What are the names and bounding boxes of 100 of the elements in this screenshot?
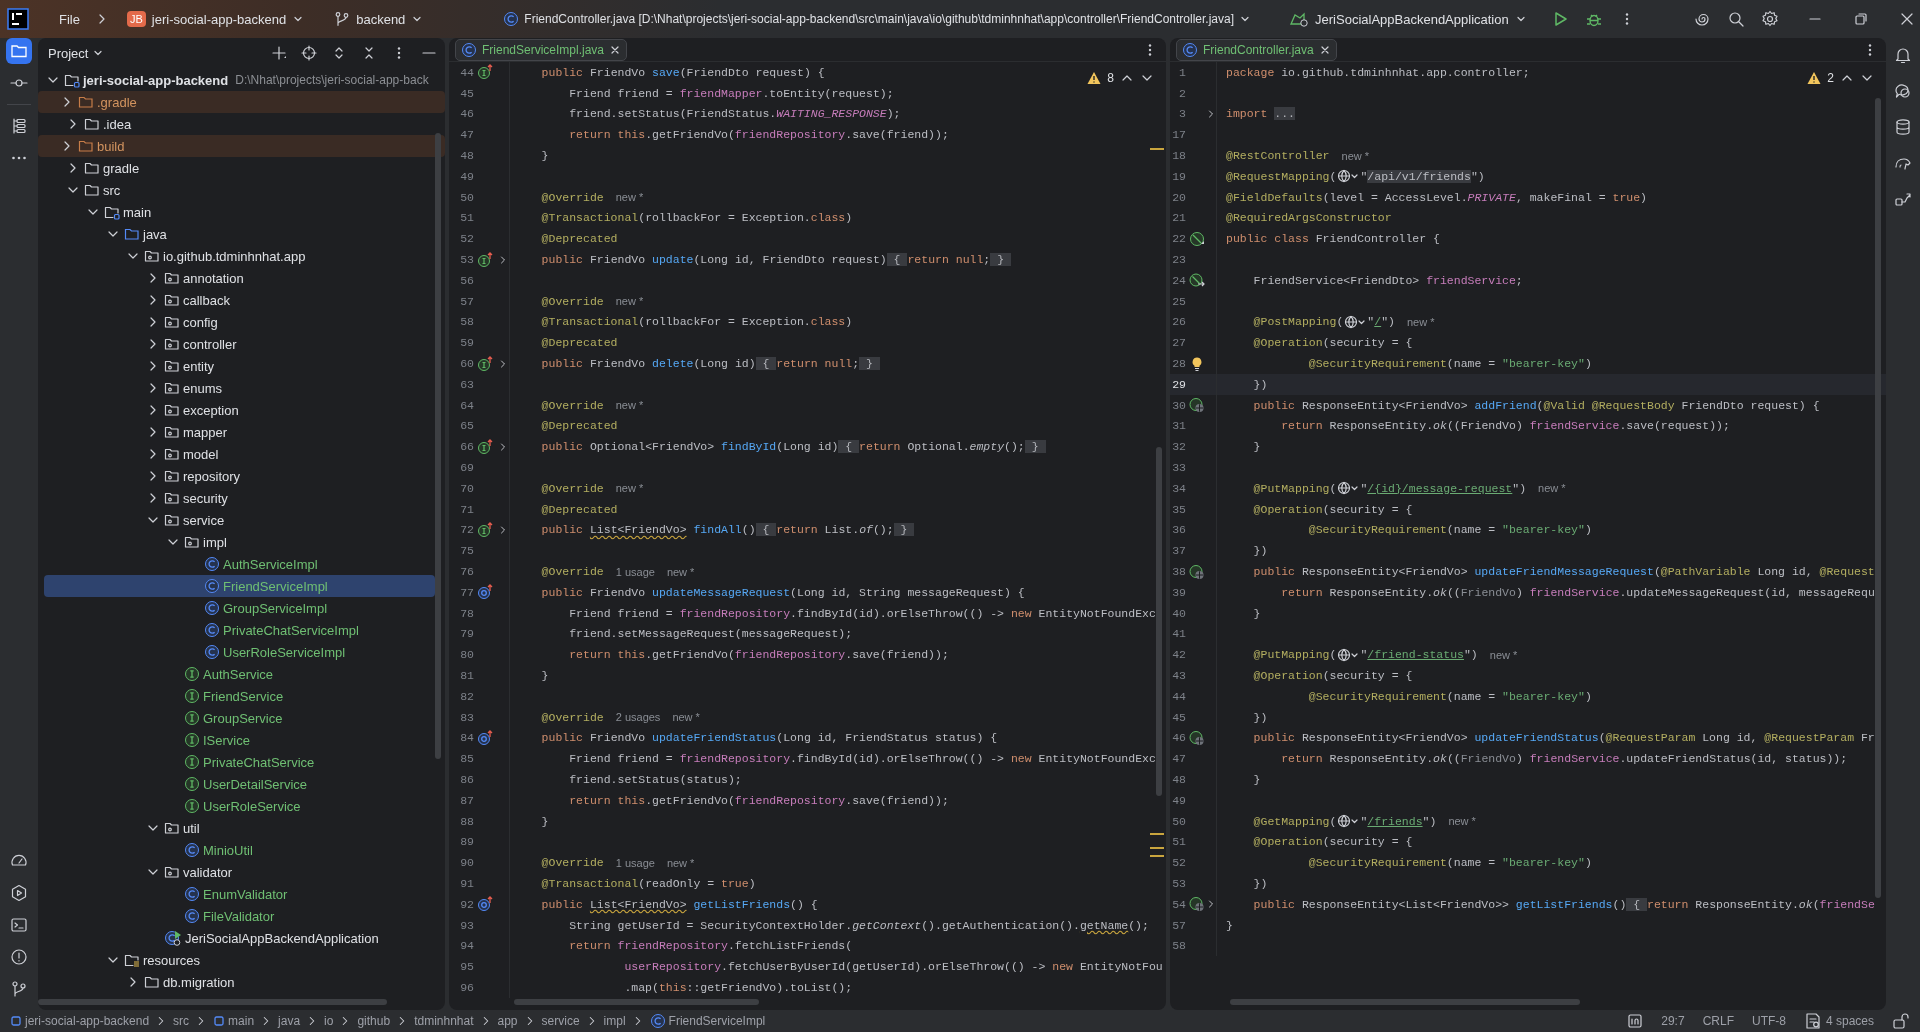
services-icon[interactable] (10, 884, 28, 902)
implements-marker-icon[interactable] (477, 521, 495, 538)
globe-icon[interactable] (1337, 814, 1360, 829)
project-switcher[interactable]: JB jeri-social-app-backend (126, 11, 305, 27)
implements-marker-icon[interactable] (477, 64, 495, 81)
project-view-dropdown[interactable]: Project (48, 45, 105, 61)
tree-item[interactable]: FileValidator (44, 905, 435, 927)
branch-switcher[interactable]: backend (334, 11, 424, 27)
tree-item[interactable]: validator (44, 861, 435, 883)
tree-item[interactable]: PrivateChatServiceImpl (44, 619, 435, 641)
add-icon[interactable] (271, 45, 287, 61)
tree-item[interactable]: PrivateChatService (44, 751, 435, 773)
tree-item[interactable]: src (44, 179, 435, 201)
tree-item[interactable]: JeriSocialAppBackendApplication (44, 927, 435, 949)
tree-item[interactable]: entity (44, 355, 435, 377)
override-marker-icon[interactable] (477, 896, 495, 913)
search-icon[interactable] (1726, 10, 1745, 28)
override-marker-icon[interactable] (477, 584, 495, 601)
globe-icon[interactable] (1337, 169, 1360, 184)
tree-item[interactable]: main (44, 201, 435, 223)
notifications-icon[interactable] (1894, 46, 1912, 64)
tree-item[interactable]: impl (44, 531, 435, 553)
warning-count[interactable]: 8 (1107, 71, 1114, 85)
editor-tab[interactable]: FriendServiceImpl.java (455, 38, 628, 61)
tree-item[interactable]: repository (44, 465, 435, 487)
editor-tab[interactable]: FriendController.java (1176, 38, 1337, 61)
scrollbar[interactable] (1156, 447, 1162, 796)
tree-item[interactable]: annotation (44, 267, 435, 289)
tree-item[interactable]: gradle (44, 157, 435, 179)
globe-icon[interactable] (1337, 647, 1360, 662)
locate-icon[interactable] (301, 45, 317, 61)
file-title-dropdown[interactable]: FriendController.java [D:\Nhat\projects\jeri-social-app-backend\src\main\java\io\github\tdminhnhat\app\controller\FriendController.java] (503, 11, 1252, 27)
breadcrumb-item[interactable]: FriendServiceImpl (649, 1013, 766, 1029)
tree-item[interactable]: util (44, 817, 435, 839)
tree-item[interactable]: GroupServiceImpl (44, 597, 435, 619)
endpoint-marker-icon[interactable] (1189, 729, 1205, 746)
chat-icon[interactable] (1894, 82, 1912, 100)
globe-icon[interactable] (1337, 481, 1360, 496)
indent-setting[interactable]: 4 spaces (1803, 1012, 1874, 1030)
settings-icon[interactable] (1760, 10, 1779, 28)
tree-item[interactable]: UserDetailService (44, 773, 435, 795)
database-icon[interactable] (1894, 118, 1912, 136)
breadcrumb-item[interactable]: app (497, 1014, 518, 1028)
tree-item[interactable]: mapper (44, 421, 435, 443)
scrollbar[interactable] (514, 999, 759, 1005)
implements-marker-icon[interactable] (477, 438, 495, 455)
scrollbar[interactable] (1875, 98, 1881, 898)
menu-item[interactable]: File (59, 11, 80, 27)
tree-item[interactable]: model (44, 443, 435, 465)
tree-item[interactable]: security (44, 487, 435, 509)
lock-icon[interactable] (1892, 1012, 1910, 1030)
tree-item[interactable]: FriendService (44, 685, 435, 707)
tree-item[interactable]: build (38, 135, 445, 157)
scrollbar[interactable] (1230, 999, 1580, 1005)
globe-icon[interactable] (1344, 314, 1367, 329)
inlay-icon[interactable] (1627, 1013, 1644, 1029)
tree-item[interactable]: UserRoleServiceImpl (44, 641, 435, 663)
breadcrumb-item[interactable]: io (324, 1014, 334, 1028)
breadcrumb-item[interactable]: jeri-social-app-backend (10, 1014, 150, 1028)
branch-icon[interactable] (10, 980, 28, 998)
tree-item[interactable]: callback (44, 289, 435, 311)
tree-item[interactable]: .idea (44, 113, 435, 135)
endpoint-marker-icon[interactable] (1189, 563, 1205, 580)
endpoint-marker-icon[interactable] (1189, 397, 1205, 414)
tree-item[interactable]: EnumValidator (44, 883, 435, 905)
encoding[interactable]: UTF-8 (1751, 1014, 1786, 1028)
tree-item[interactable]: AuthServiceImpl (44, 553, 435, 575)
tree-item[interactable]: config (44, 311, 435, 333)
breadcrumb-item[interactable]: impl (603, 1014, 626, 1028)
problems-icon[interactable] (10, 948, 28, 966)
tree-item[interactable]: db.migration (44, 971, 435, 993)
tree-item[interactable]: GroupService (44, 707, 435, 729)
breadcrumb-item[interactable]: main (213, 1014, 255, 1028)
breadcrumb-item[interactable]: tdminhnhat (414, 1014, 474, 1028)
tree-item[interactable]: enums (44, 377, 435, 399)
tool-window-button[interactable] (6, 38, 32, 64)
tree-item[interactable]: java (44, 223, 435, 245)
tree-item[interactable]: jeri-social-app-backend D:\Nhat\projects\jeri-social-app-back (44, 69, 435, 91)
caret-position[interactable]: 29:7 (1661, 1014, 1685, 1028)
tree-item[interactable]: resources (44, 949, 435, 971)
tree-item[interactable]: controller (44, 333, 435, 355)
breadcrumb-item[interactable]: java (278, 1014, 301, 1028)
implements-marker-icon[interactable] (477, 251, 495, 268)
tree-item[interactable]: exception (44, 399, 435, 421)
tree-item[interactable]: io.github.tdminhnhat.app (44, 245, 435, 267)
terminal-icon[interactable] (10, 916, 28, 934)
tree-item[interactable]: MinioUtil (44, 839, 435, 861)
tree-item[interactable]: FriendServiceImpl (44, 575, 435, 597)
bean-icon[interactable] (1189, 230, 1205, 247)
breadcrumb-item[interactable]: src (173, 1014, 190, 1028)
app-logo-icon[interactable] (7, 8, 29, 30)
tree-item[interactable]: AuthService (44, 663, 435, 685)
tree-item[interactable]: service (44, 509, 435, 531)
injection-marker-icon[interactable] (1189, 272, 1205, 289)
restore-icon[interactable] (1852, 11, 1869, 27)
breadcrumb-item[interactable]: github (357, 1014, 391, 1028)
endpoint-marker-icon[interactable] (1189, 896, 1205, 913)
breadcrumb-item[interactable]: service (541, 1014, 580, 1028)
tree-item[interactable]: IService (44, 729, 435, 751)
line-ending[interactable]: CRLF (1702, 1014, 1734, 1028)
